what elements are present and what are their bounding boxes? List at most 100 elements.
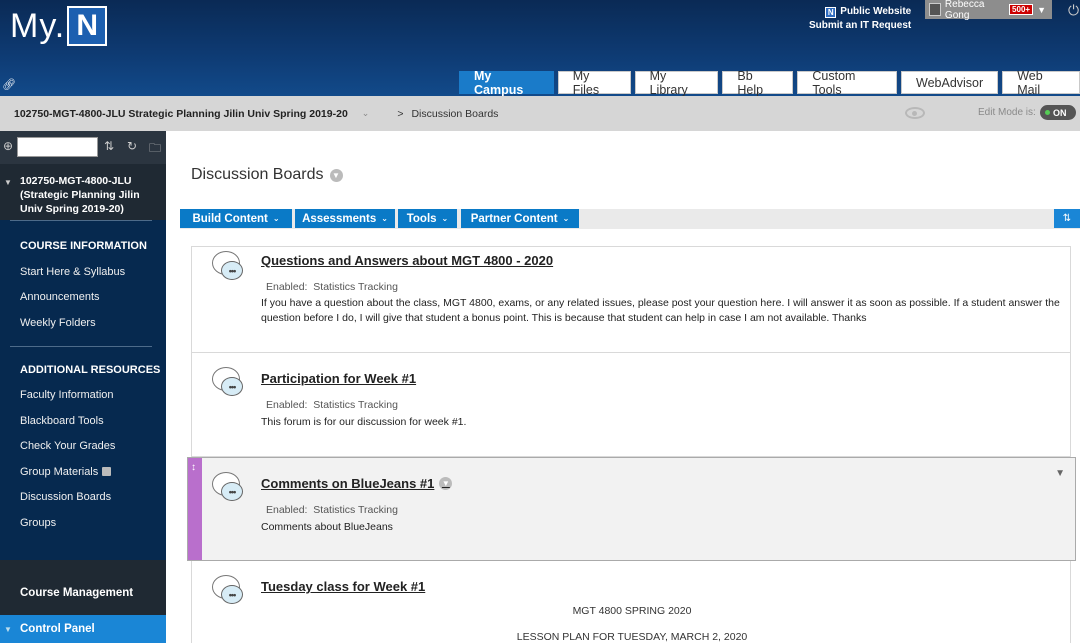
chevron-down-icon: ⌄ — [562, 214, 570, 223]
sidebar-item-blackboard-tools[interactable]: Blackboard Tools — [0, 408, 166, 434]
sidebar-item-groups[interactable]: Groups — [0, 510, 166, 536]
assessments-button[interactable]: Assessments ⌄ — [295, 209, 395, 228]
forum-title-link[interactable]: Tuesday class for Week #1 — [261, 579, 425, 594]
action-bar: Build Content ⌄ Assessments ⌄ Tools ⌄ Partn… — [180, 209, 1080, 229]
forum-description: This forum is for our discussion for wee… — [261, 416, 467, 428]
eye-icon[interactable] — [905, 107, 925, 119]
chevron-down-icon: ⌄ — [272, 214, 280, 223]
discussion-icon: ••• — [212, 575, 246, 607]
list-item: ••• Tuesday class for Week #1 MGT 4800 S… — [191, 561, 1071, 643]
tools-button[interactable]: Tools ⌄ — [398, 209, 457, 228]
sidebar-item-discussion-boards[interactable]: Discussion Boards — [0, 485, 166, 511]
button-label: Build Content — [192, 212, 268, 225]
sidebar-item-announcements[interactable]: Announcements — [0, 285, 166, 311]
user-menu[interactable]: Rebecca Gong 500+ ▼ — [925, 0, 1052, 21]
edit-mode-toggle[interactable]: ON — [1040, 105, 1076, 120]
folder-icon[interactable]: 🗀︎ — [149, 139, 161, 160]
link-icon[interactable]: 🔗︎ — [2, 78, 16, 91]
sidebar-item-group-materials[interactable]: Group Materials — [0, 459, 166, 485]
public-website-n-icon: N — [825, 6, 837, 18]
sidebar-heading-additional-resources: ADDITIONAL RESOURCES — [20, 363, 161, 376]
forum-meta: Enabled: Statistics Tracking — [266, 281, 398, 293]
meta-tracking: Statistics Tracking — [313, 504, 398, 516]
control-panel-item[interactable]: ▼ Control Panel — [0, 615, 166, 643]
meta-enabled: Enabled: — [266, 504, 308, 516]
sidebar-item-label: Group Materials — [20, 465, 99, 478]
forum-title-link[interactable]: Participation for Week #1 — [261, 371, 416, 386]
sidebar-item-weekly-folders[interactable]: Weekly Folders — [0, 310, 166, 336]
main-tabs: My Campus My Files My Library Bb Help Cu… — [459, 69, 1080, 97]
sidebar-course-title[interactable]: ▼ 102750-MGT-4800-JLU (Strategic Plannin… — [0, 164, 166, 222]
tab-bb-help[interactable]: Bb Help — [722, 69, 794, 97]
sidebar-nav: COURSE INFORMATION Start Here & Syllabus… — [0, 220, 166, 560]
button-label: Tools — [406, 212, 437, 225]
edit-mode-value: ON — [1053, 107, 1067, 118]
sidebar-item-start-here[interactable]: Start Here & Syllabus — [0, 259, 166, 285]
item-options-icon[interactable]: ▼ — [1055, 468, 1065, 479]
meta-enabled: Enabled: — [266, 281, 308, 293]
sidebar-item-faculty-information[interactable]: Faculty Information — [0, 383, 166, 409]
forum-meta: Enabled: Statistics Tracking — [266, 504, 398, 516]
discussion-icon: ••• — [212, 367, 246, 399]
forum-title-link[interactable]: Questions and Answers about MGT 4800 - 2… — [261, 253, 553, 268]
reorder-icon[interactable]: ⇅ — [104, 139, 114, 153]
collapse-triangle-icon[interactable]: ▼ — [4, 176, 12, 190]
tab-custom-tools[interactable]: Custom Tools — [797, 69, 898, 97]
expand-triangle-icon: ▼ — [4, 625, 12, 634]
partner-content-button[interactable]: Partner Content ⌄ — [461, 209, 579, 228]
forum-meta: Enabled: Statistics Tracking — [266, 399, 398, 411]
sidebar-heading-course-information: COURSE INFORMATION — [20, 240, 147, 252]
logo-text: My. — [10, 6, 66, 45]
chevron-down-icon[interactable]: ⌄ — [362, 108, 370, 119]
sidebar-item-check-grades[interactable]: Check Your Grades — [0, 434, 166, 460]
meta-enabled: Enabled: — [266, 399, 308, 411]
forum-title-text: Comments on BlueJeans #1 — [261, 476, 435, 491]
tab-web-mail[interactable]: Web Mail — [1002, 69, 1080, 97]
power-icon[interactable]: ⏻ — [1068, 2, 1079, 19]
avatar — [929, 3, 941, 16]
logo[interactable]: My. N — [10, 6, 108, 46]
site-header: My. N 🔗︎ N Public Website Submit an IT R… — [0, 0, 1080, 97]
public-website-link[interactable]: Public Website — [840, 5, 911, 19]
chevron-down-icon[interactable]: ▼ — [439, 477, 453, 490]
drag-handle[interactable]: ↕ — [188, 458, 202, 560]
chevron-down-icon[interactable]: ▼ — [329, 168, 343, 182]
tab-webadvisor[interactable]: WebAdvisor — [901, 71, 999, 94]
discussion-icon: ••• — [212, 251, 246, 283]
meta-tracking: Statistics Tracking — [313, 399, 398, 411]
list-item: ••• Questions and Answers about MGT 4800… — [191, 246, 1071, 353]
top-links: N Public Website Submit an IT Request — [809, 5, 911, 33]
toggle-dot — [1045, 110, 1050, 115]
it-request-link[interactable]: Submit an IT Request — [809, 19, 911, 33]
edit-mode-label: Edit Mode is: — [978, 107, 1036, 118]
tab-my-campus[interactable]: My Campus — [459, 69, 554, 97]
button-label: Partner Content — [470, 212, 558, 225]
control-panel-label: Control Panel — [20, 623, 95, 635]
list-item[interactable]: ↕ ••• Comments on BlueJeans #1 ▼ Enabled… — [187, 457, 1076, 561]
sidebar-search-input[interactable] — [17, 137, 98, 157]
forum-description: Comments about BlueJeans — [261, 521, 393, 533]
page-title-text: Discussion Boards — [191, 166, 324, 183]
breadcrumb-course[interactable]: 102750-MGT-4800-JLU Strategic Planning J… — [14, 108, 348, 120]
forum-description-line: MGT 4800 SPRING 2020 — [572, 605, 692, 617]
tab-my-library[interactable]: My Library — [634, 69, 719, 97]
user-name: Rebecca Gong — [944, 0, 985, 21]
course-management-heading: Course Management — [20, 587, 134, 599]
breadcrumb-separator: > — [397, 107, 404, 120]
page-icon — [102, 467, 112, 477]
breadcrumb: 102750-MGT-4800-JLU Strategic Planning J… — [0, 96, 1080, 131]
course-sidebar: ⊕ ⇅ ↻ 🗀︎ ▼ 102750-MGT-4800-JLU (Strategi… — [0, 131, 166, 643]
refresh-icon[interactable]: ↻ — [127, 139, 137, 153]
forum-title-link[interactable]: Comments on BlueJeans #1 ▼ — [261, 476, 453, 491]
tab-my-files[interactable]: My Files — [557, 69, 631, 97]
add-menu-item-icon[interactable]: ⊕ — [3, 139, 13, 153]
list-item: ••• Participation for Week #1 Enabled: S… — [191, 353, 1071, 457]
forum-description: If you have a question about the class, … — [261, 297, 1060, 324]
notification-badge[interactable]: 500+ — [1009, 4, 1034, 15]
chevron-down-icon: ▼ — [1037, 4, 1046, 15]
button-label: Assessments — [302, 212, 377, 225]
build-content-button[interactable]: Build Content ⌄ — [180, 209, 292, 228]
discussion-icon: ••• — [212, 472, 246, 504]
meta-tracking: Statistics Tracking — [313, 281, 398, 293]
reorder-icon[interactable]: ⇅ — [1054, 209, 1080, 228]
